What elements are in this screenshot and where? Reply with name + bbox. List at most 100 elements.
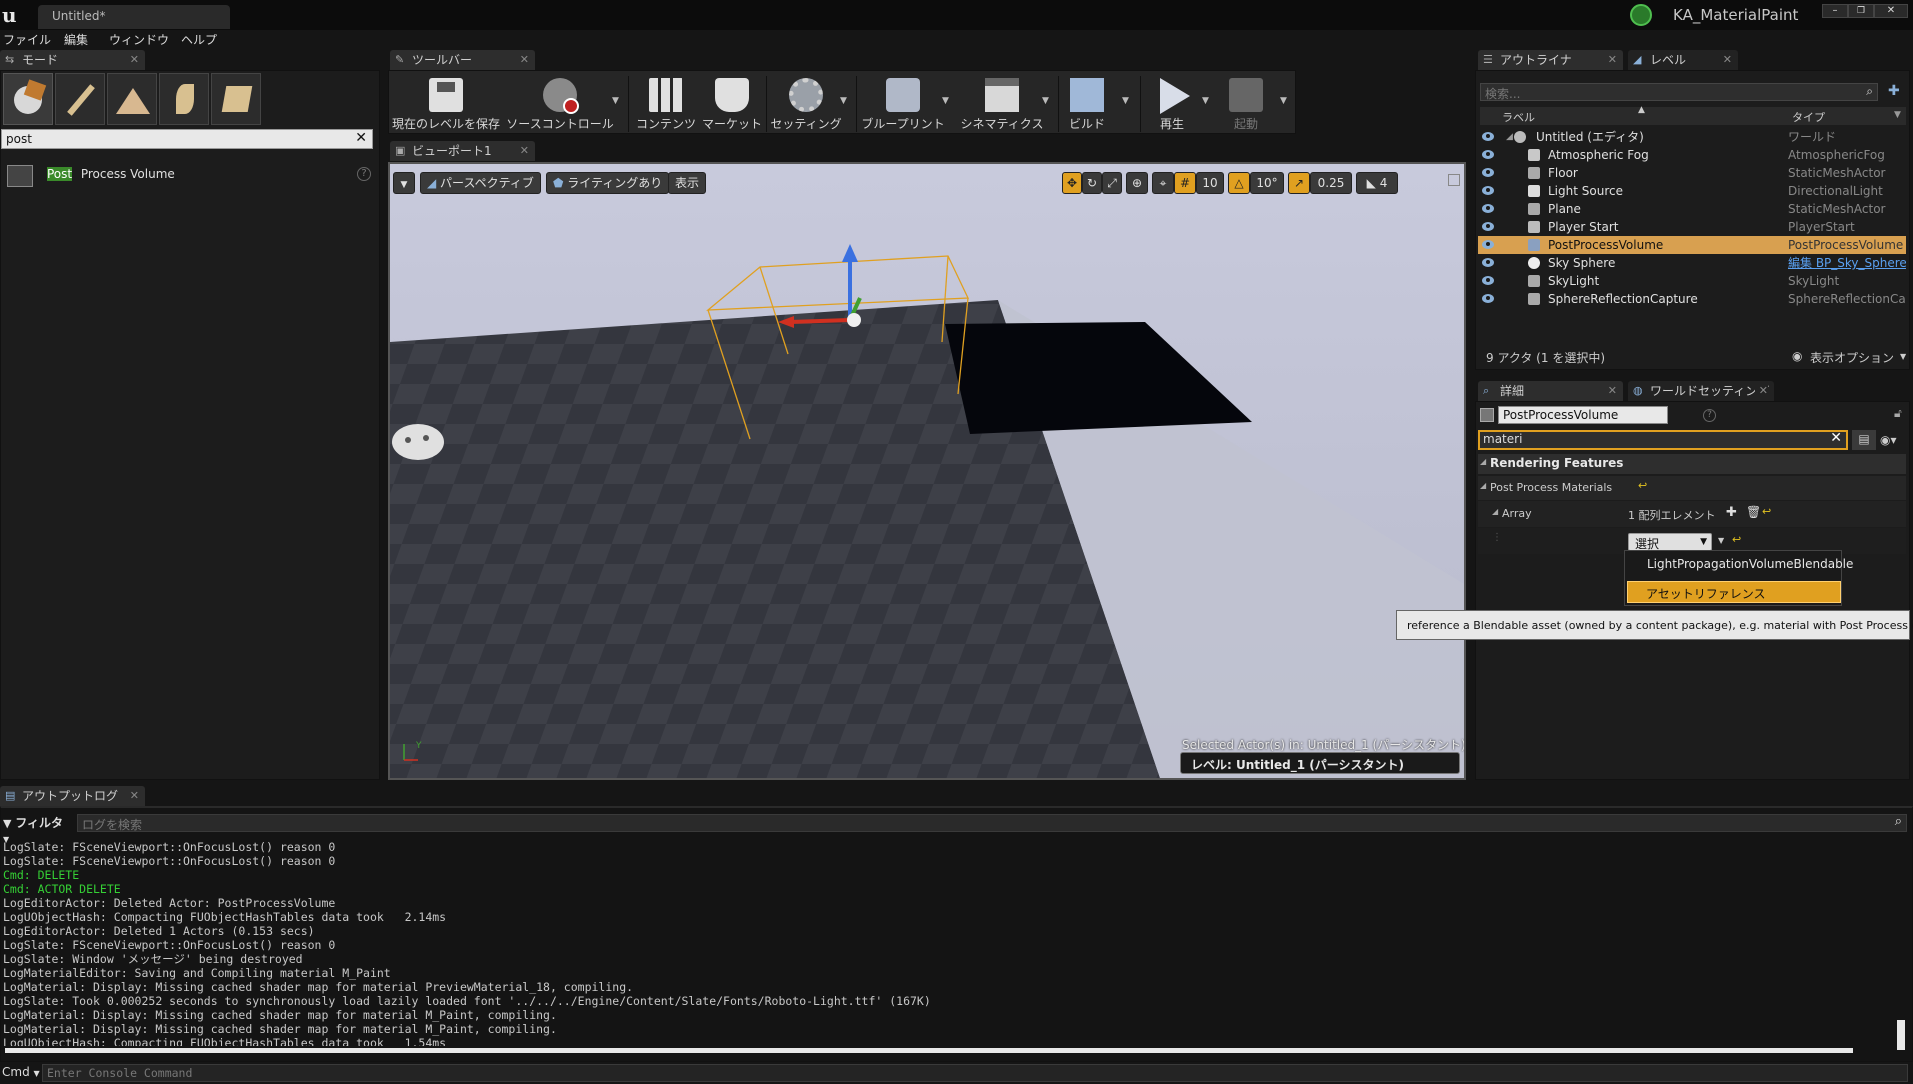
menu-help[interactable]: ヘルプ [181, 31, 217, 48]
world-local-button[interactable]: ⊕ [1126, 172, 1148, 194]
outliner-row[interactable]: Floor StaticMeshActor [1478, 164, 1906, 182]
clear-search-icon[interactable]: ✕ [1830, 430, 1842, 446]
play-button[interactable]: 再生 [1144, 72, 1200, 134]
tab-modes[interactable]: ⇆ モード ✕ [0, 50, 145, 70]
details-search-box[interactable]: materi ✕ [1478, 430, 1848, 450]
close-icon[interactable]: ✕ [1723, 50, 1732, 70]
build-button[interactable]: ビルド [1062, 72, 1112, 134]
property-matrix-button[interactable]: ▤ [1852, 430, 1876, 450]
help-icon[interactable]: ? [1703, 409, 1716, 422]
settings-button[interactable]: セッティング [770, 72, 842, 134]
outliner-row[interactable]: Light Source DirectionalLight [1478, 182, 1906, 200]
expand-arrow-icon[interactable]: ◢ [1506, 128, 1513, 146]
modes-search-box[interactable]: post ✕ [1, 129, 373, 149]
translate-mode-button[interactable]: ✥ [1062, 172, 1082, 194]
reset-to-default-icon[interactable]: ↩ [1638, 479, 1647, 492]
close-icon[interactable]: ✕ [130, 786, 139, 806]
outliner-search-box[interactable]: 検索... ⌕ [1480, 83, 1878, 101]
eye-icon[interactable] [1482, 276, 1494, 285]
tab-viewport[interactable]: ▣ ビューポート1 ✕ [390, 141, 535, 161]
tab-world-settings[interactable]: ◍ ワールドセッティング ✕ [1628, 381, 1774, 401]
menu-item-asset-reference[interactable]: アセットリファレンス [1627, 581, 1841, 603]
help-icon[interactable]: ? [357, 167, 371, 181]
eye-icon[interactable] [1482, 204, 1494, 213]
lighting-button[interactable]: ⬟ ライティングあり [546, 172, 670, 194]
close-icon[interactable]: ✕ [1608, 50, 1617, 70]
outliner-row[interactable]: Plane StaticMeshActor [1478, 200, 1906, 218]
eye-icon[interactable] [1482, 150, 1494, 159]
eye-icon[interactable] [1482, 258, 1494, 267]
menu-item-lpv-blendable[interactable]: LightPropagationVolumeBlendable [1627, 553, 1853, 575]
details-search-input[interactable]: materi [1483, 432, 1522, 446]
launch-button[interactable]: 起動 [1218, 72, 1274, 134]
menu-window[interactable]: ウィンドウ [109, 31, 169, 48]
log-text-area[interactable]: LogSlate: FSceneViewport::OnFocusLost() … [1, 840, 1897, 1046]
add-element-icon[interactable]: ✚ [1726, 505, 1737, 520]
show-button[interactable]: 表示 [668, 172, 707, 194]
console-input[interactable]: Enter Console Command [42, 1064, 1908, 1082]
close-icon[interactable]: ✕ [520, 141, 529, 161]
reset-to-default-icon[interactable]: ↩ [1732, 533, 1741, 546]
close-icon[interactable]: ✕ [520, 50, 529, 70]
perspective-button[interactable]: ◢ パースペクティブ [420, 172, 541, 194]
close-icon[interactable]: ✕ [1608, 381, 1617, 401]
close-icon[interactable]: ✕ [1754, 381, 1768, 401]
maximize-viewport-icon[interactable] [1448, 174, 1460, 186]
document-tab[interactable]: Untitled* [38, 5, 230, 29]
chevron-down-icon[interactable]: ▼ [942, 96, 949, 106]
outliner-row[interactable]: Player Start PlayerStart [1478, 218, 1906, 236]
filter-button[interactable]: ▼ フィルタ ▼ [3, 814, 71, 844]
viewport-3d[interactable]: Y ▼ ◢ パースペクティブ ⬟ ライティングあり 表示 ✥ ↻ ⤢ ⊕ ⌖ #… [388, 162, 1466, 780]
tab-levels[interactable]: ◢ レベル ✕ [1628, 50, 1738, 70]
modes-search-input[interactable]: post [6, 132, 32, 146]
mode-landscape-button[interactable] [107, 73, 157, 125]
chevron-down-icon[interactable]: ▼ [1894, 110, 1901, 120]
eye-icon[interactable] [1482, 222, 1494, 231]
outliner-row[interactable]: Atmospheric Fog AtmosphericFog [1478, 146, 1906, 164]
chevron-down-icon[interactable]: ▼ [1122, 96, 1129, 106]
drag-handle-icon[interactable]: ⋮ [1492, 532, 1502, 543]
select-combo[interactable]: 選択 ▼ [1628, 533, 1712, 551]
save-level-button[interactable]: 現在のレベルを保存 [388, 72, 504, 134]
minimize-button[interactable]: – [1822, 4, 1848, 18]
mode-place-button[interactable] [3, 73, 53, 125]
outliner-row[interactable]: PostProcessVolume PostProcessVolume [1478, 236, 1906, 254]
chevron-down-icon[interactable]: ▼ [1202, 96, 1209, 106]
viewport-options-button[interactable]: ▼ [393, 172, 415, 194]
column-type[interactable]: タイプ [1792, 109, 1825, 125]
maximize-button[interactable]: ❐ [1848, 4, 1874, 18]
chevron-down-icon[interactable]: ▼ [1900, 352, 1906, 361]
log-search-box[interactable]: ログを検索 ⌕ [77, 814, 1907, 832]
menu-edit[interactable]: 編集 [64, 31, 88, 48]
scale-snap-toggle[interactable]: ↗ [1288, 172, 1310, 194]
log-horizontal-scrollbar[interactable] [5, 1048, 1853, 1053]
log-search-input[interactable]: ログを検索 [82, 816, 142, 833]
eye-icon[interactable] [1482, 186, 1494, 195]
view-options-button[interactable]: 表示オプション [1810, 349, 1894, 366]
outliner-row-type[interactable]: 編集 BP_Sky_Sphere [1788, 254, 1906, 272]
category-rendering-features[interactable]: ◢ Rendering Features [1478, 454, 1906, 474]
object-name-value[interactable]: PostProcessVolume [1503, 408, 1618, 422]
outliner-row[interactable]: SkyLight SkyLight [1478, 272, 1906, 290]
rotation-snap-toggle[interactable]: △ [1228, 172, 1250, 194]
outliner-search-input[interactable]: 検索... [1485, 85, 1520, 102]
tab-outliner[interactable]: ☰ アウトライナ ✕ [1478, 50, 1623, 70]
object-name-field[interactable]: PostProcessVolume [1498, 406, 1668, 424]
chevron-down-icon[interactable]: ▼ [1280, 96, 1287, 106]
close-icon[interactable]: ✕ [130, 50, 139, 70]
menu-file[interactable]: ファイル [3, 31, 51, 48]
eye-icon[interactable] [1482, 294, 1494, 303]
tab-output-log[interactable]: ▤ アウトプットログ ✕ [0, 786, 145, 806]
marketplace-button[interactable]: マーケット [700, 72, 764, 134]
chevron-down-icon[interactable]: ▼ [612, 96, 619, 106]
mode-foliage-button[interactable] [159, 73, 209, 125]
eye-icon[interactable] [1482, 240, 1494, 249]
chevron-down-icon[interactable]: ▼ [1718, 536, 1724, 545]
close-window-button[interactable]: ✕ [1874, 4, 1908, 18]
mode-geometry-button[interactable] [211, 73, 261, 125]
eye-icon[interactable] [1482, 132, 1494, 141]
rotate-mode-button[interactable]: ↻ [1082, 172, 1102, 194]
scale-snap-value[interactable]: 0.25 [1310, 172, 1352, 194]
grid-snap-toggle[interactable]: # [1174, 172, 1196, 194]
tab-toolbar[interactable]: ✎ ツールバー ✕ [390, 50, 535, 70]
